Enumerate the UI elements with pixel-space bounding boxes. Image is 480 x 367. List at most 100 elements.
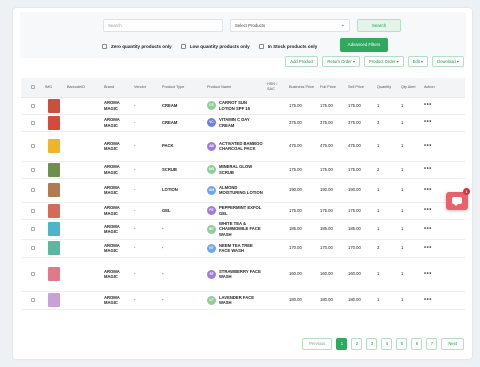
next-page-button[interactable]: Next xyxy=(441,338,464,350)
vendor-cell: - xyxy=(132,291,160,310)
product-thumbnail xyxy=(48,139,60,153)
barcode-cell xyxy=(65,239,102,258)
header-brand: Brand xyxy=(102,78,132,98)
row-select-cell xyxy=(21,178,43,203)
full-price-cell: 175.00 xyxy=(318,161,346,179)
row-checkbox[interactable] xyxy=(31,144,35,148)
table-row[interactable]: AROMA MAGIC - CREAM VC VITAMIN C DAY CREAM 37… xyxy=(21,114,465,132)
more-actions-icon[interactable]: ••• xyxy=(424,245,432,251)
product-name[interactable]: ACTIVATED BAMBOO CHARCOAL PACK xyxy=(219,141,263,152)
chevron-down-icon: ⌄ xyxy=(340,22,345,28)
page-button[interactable]: 2 xyxy=(351,338,363,350)
product-name[interactable]: WHITE TEA & CHAMMOMILE FACE WASH xyxy=(219,221,263,238)
download-button[interactable]: Download ▾ xyxy=(432,56,464,67)
previous-page-button[interactable]: Previous xyxy=(302,338,333,350)
row-checkbox[interactable] xyxy=(31,188,35,192)
low-quantity-checkbox[interactable] xyxy=(180,43,186,49)
in-stock-filter[interactable]: In Stock products only xyxy=(258,43,317,49)
row-checkbox[interactable] xyxy=(31,167,35,172)
vendor-cell: - xyxy=(132,239,160,258)
product-thumbnail xyxy=(48,115,60,130)
row-checkbox[interactable] xyxy=(31,208,35,213)
page-button[interactable]: 7 xyxy=(426,338,438,350)
return-order-button[interactable]: Return Order ▾ xyxy=(322,56,361,67)
business-price-cell: 175.00 xyxy=(287,97,318,115)
row-checkbox[interactable] xyxy=(31,103,35,108)
low-quantity-filter[interactable]: Low quantity products only xyxy=(180,43,250,49)
vendor-cell: - xyxy=(132,178,160,203)
table-row[interactable]: AROMA MAGIC - - NT NEEM TEA TREE FACE WASH 17… xyxy=(21,239,465,258)
product-name[interactable]: PEPPERMINT EXFOL GEL xyxy=(219,205,263,216)
more-actions-icon[interactable]: ••• xyxy=(424,102,432,108)
product-initials-avatar: AB xyxy=(207,141,216,151)
advanced-filters-button[interactable]: Advanced Filters xyxy=(340,38,388,52)
product-name[interactable]: VITAMIN C DAY CREAM xyxy=(219,117,263,128)
business-price-cell: 475.00 xyxy=(287,131,318,162)
select-all-header xyxy=(21,78,43,98)
product-type-cell: - xyxy=(160,257,205,292)
product-name-cell: SF STRAWBERRY FACE WASH xyxy=(205,257,265,292)
table-row[interactable]: AROMA MAGIC - SCRUB MG MINERAL GLOW SCRUB 175… xyxy=(21,161,465,179)
select-all-checkbox[interactable] xyxy=(31,85,35,90)
page-button[interactable]: 6 xyxy=(411,338,423,350)
select-products-value: Select Products xyxy=(235,23,266,28)
more-actions-icon[interactable]: ••• xyxy=(424,207,432,213)
edit-button[interactable]: Edit ▾ xyxy=(407,56,429,67)
barcode-cell xyxy=(65,257,102,292)
full-price-cell: 175.00 xyxy=(318,202,346,220)
more-actions-icon[interactable]: ••• xyxy=(424,226,432,232)
product-order-button[interactable]: Product Order ▾ xyxy=(364,56,404,67)
vendor-cell: - xyxy=(132,161,160,179)
business-price-cell: 180.00 xyxy=(287,291,318,310)
hsn-cell xyxy=(265,239,287,258)
barcode-cell xyxy=(65,114,102,132)
table-row[interactable]: AROMA MAGIC - PACK AB ACTIVATED BAMBOO CHARC… xyxy=(21,131,465,162)
chat-icon xyxy=(452,197,462,206)
product-image-cell xyxy=(43,114,65,132)
table-row[interactable]: AROMA MAGIC - - LF LAVENDER FACE WASH 180.00 1… xyxy=(21,291,465,310)
page-button[interactable]: 4 xyxy=(381,338,393,350)
qty-alert-cell: 1 xyxy=(399,257,422,292)
filter-panel: Select Products ⌄ Search Zero quantity p… xyxy=(20,12,466,58)
product-name[interactable]: ALMOND MOISTURING LOTION xyxy=(219,185,263,196)
chat-widget-button[interactable]: 1 xyxy=(446,188,470,210)
table-row[interactable]: AROMA MAGIC - LOTION AM ALMOND MOISTURING LO… xyxy=(21,178,465,203)
more-actions-icon[interactable]: ••• xyxy=(424,119,432,125)
zero-quantity-checkbox[interactable] xyxy=(102,43,107,49)
row-checkbox[interactable] xyxy=(31,246,35,250)
row-checkbox[interactable] xyxy=(31,272,35,276)
business-price-cell: 175.00 xyxy=(287,202,318,220)
product-name[interactable]: MINERAL GLOW SCRUB xyxy=(219,164,263,175)
more-actions-icon[interactable]: ••• xyxy=(424,166,432,172)
table-row[interactable]: AROMA MAGIC - - WT WHITE TEA & CHAMMOMILE FA… xyxy=(21,219,465,240)
product-initials-avatar: CS xyxy=(207,101,216,110)
more-actions-icon[interactable]: ••• xyxy=(424,271,432,277)
vendor-cell: - xyxy=(132,202,160,220)
table-row[interactable]: AROMA MAGIC - GEL PE PEPPERMINT EXFOL GEL 175… xyxy=(21,202,465,220)
in-stock-checkbox[interactable] xyxy=(258,43,264,49)
brand-cell: AROMA MAGIC xyxy=(102,219,132,240)
table-row[interactable]: AROMA MAGIC - CREAM CS CARROT SUN LOTION SPF… xyxy=(21,97,465,115)
page-button[interactable]: 1 xyxy=(336,338,348,350)
select-products-dropdown[interactable]: Select Products ⌄ xyxy=(230,19,350,32)
sell-price-cell: 160.00 xyxy=(346,257,375,292)
row-checkbox[interactable] xyxy=(31,227,35,231)
row-select-cell xyxy=(21,161,43,179)
more-actions-icon[interactable]: ••• xyxy=(424,187,432,193)
add-product-button[interactable]: Add Product xyxy=(285,56,319,67)
more-actions-icon[interactable]: ••• xyxy=(424,143,432,149)
product-name[interactable]: LAVENDER FACE WASH xyxy=(219,295,263,306)
search-button[interactable]: Search xyxy=(357,19,401,32)
product-name[interactable]: STRAWBERRY FACE WASH xyxy=(219,269,263,280)
search-input[interactable] xyxy=(103,19,223,32)
table-row[interactable]: AROMA MAGIC - - SF STRAWBERRY FACE WASH 160.0… xyxy=(21,257,465,292)
product-name[interactable]: NEEM TEA TREE FACE WASH xyxy=(219,243,263,254)
page-button[interactable]: 5 xyxy=(396,338,408,350)
row-checkbox[interactable] xyxy=(31,298,35,302)
product-name[interactable]: CARROT SUN LOTION SPF 15 xyxy=(219,100,263,111)
zero-quantity-filter[interactable]: Zero quantity products only xyxy=(102,43,172,49)
row-checkbox[interactable] xyxy=(31,120,35,125)
action-toolbar: Add Product Return Order ▾ Product Order… xyxy=(281,56,464,68)
page-button[interactable]: 3 xyxy=(366,338,378,350)
more-actions-icon[interactable]: ••• xyxy=(424,297,432,303)
